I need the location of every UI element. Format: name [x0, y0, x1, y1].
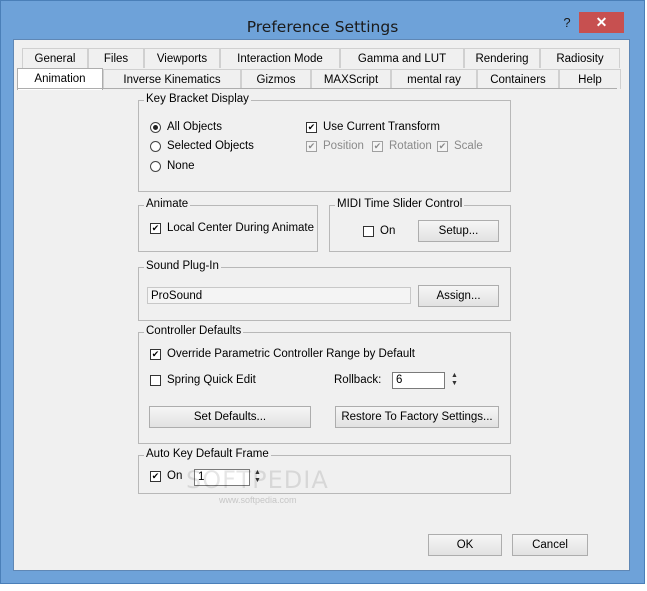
checkbox[interactable] [150, 374, 161, 386]
checkbox-label: Spring Quick Edit [167, 374, 256, 386]
group-title: Auto Key Default Frame [144, 448, 271, 460]
radio-label: Selected Objects [167, 140, 254, 152]
tab-containers[interactable]: Containers [477, 69, 559, 89]
checkbox-label: Local Center During Animate [167, 222, 315, 234]
softpedia-watermark: SOFTPEDIA [186, 466, 329, 494]
help-button[interactable]: ? [554, 13, 580, 33]
checkbox[interactable] [372, 140, 383, 152]
checkbox-label: Position [323, 140, 364, 152]
radio-none[interactable]: None [150, 160, 195, 172]
override-parametric-checkbox[interactable]: Override Parametric Controller Range by … [150, 348, 415, 360]
midi-on-checkbox[interactable]: On [363, 225, 395, 237]
radio-button[interactable] [150, 160, 161, 172]
group-title: Sound Plug-In [144, 260, 221, 272]
tab-animation[interactable]: Animation [17, 68, 103, 90]
tab-interaction-mode[interactable]: Interaction Mode [220, 48, 340, 68]
softpedia-watermark-url: www.softpedia.com [219, 495, 297, 505]
group-title: Controller Defaults [144, 325, 244, 337]
tab-rendering[interactable]: Rendering [464, 48, 540, 68]
spring-quick-edit-checkbox[interactable]: Spring Quick Edit [150, 374, 256, 386]
checkbox[interactable] [150, 222, 161, 234]
window-title: Preference Settings [246, 18, 399, 36]
checkbox[interactable] [437, 140, 448, 152]
sound-assign-button[interactable]: Assign... [418, 285, 499, 307]
checkbox[interactable] [306, 121, 317, 133]
rollback-spinner[interactable]: ▲ ▼ [449, 372, 460, 389]
autokey-on-checkbox[interactable]: On [150, 470, 182, 482]
scale-checkbox[interactable]: Scale [437, 140, 483, 152]
checkbox[interactable] [306, 140, 317, 152]
checkbox[interactable] [150, 470, 161, 482]
checkbox-label: Override Parametric Controller Range by … [167, 348, 415, 360]
sound-plugin-field: ProSound [147, 287, 411, 304]
midi-setup-button[interactable]: Setup... [418, 220, 499, 242]
tab-inverse-kinematics[interactable]: Inverse Kinematics [103, 69, 241, 89]
rotation-checkbox[interactable]: Rotation [372, 140, 432, 152]
set-defaults-button[interactable]: Set Defaults... [149, 406, 311, 428]
group-title: Animate [144, 198, 191, 210]
local-center-checkbox[interactable]: Local Center During Animate [150, 222, 314, 234]
tab-gamma-and-lut[interactable]: Gamma and LUT [340, 48, 464, 68]
group-title: MIDI Time Slider Control [335, 198, 465, 210]
tab-general[interactable]: General [22, 48, 88, 68]
tab-maxscript[interactable]: MAXScript [311, 69, 391, 89]
rollback-label: Rollback: [334, 374, 382, 386]
tab-gizmos[interactable]: Gizmos [241, 69, 311, 89]
tab-help[interactable]: Help [559, 69, 621, 89]
checkbox-label: Rotation [389, 140, 432, 152]
tab-files[interactable]: Files [88, 48, 144, 68]
radio-selected-objects[interactable]: Selected Objects [150, 140, 254, 152]
restore-factory-settings-button[interactable]: Restore To Factory Settings... [335, 406, 499, 428]
ok-button[interactable]: OK [428, 534, 502, 556]
position-checkbox[interactable]: Position [306, 140, 364, 152]
tab-mental-ray[interactable]: mental ray [391, 69, 477, 89]
checkbox-label: On [380, 225, 396, 237]
checkbox-label: On [167, 470, 183, 482]
checkbox-label: Use Current Transform [323, 121, 440, 133]
radio-button[interactable] [150, 121, 161, 133]
tab-panel-border [17, 88, 617, 89]
close-button[interactable]: ✕ [579, 12, 624, 33]
checkbox-label: Scale [454, 140, 483, 152]
radio-label: None [167, 160, 195, 172]
checkbox[interactable] [363, 225, 374, 237]
cancel-button[interactable]: Cancel [512, 534, 588, 556]
radio-all-objects[interactable]: All Objects [150, 121, 222, 133]
radio-button[interactable] [150, 140, 161, 152]
radio-label: All Objects [167, 121, 222, 133]
tab-radiosity[interactable]: Radiosity [540, 48, 620, 68]
rollback-input[interactable]: 6 [392, 372, 445, 389]
use-current-transform-checkbox[interactable]: Use Current Transform [306, 121, 440, 133]
title-bar[interactable]: Preference Settings ? ✕ [1, 1, 644, 39]
tab-viewports[interactable]: Viewports [144, 48, 220, 68]
group-title: Key Bracket Display [144, 93, 251, 105]
checkbox[interactable] [150, 348, 161, 360]
